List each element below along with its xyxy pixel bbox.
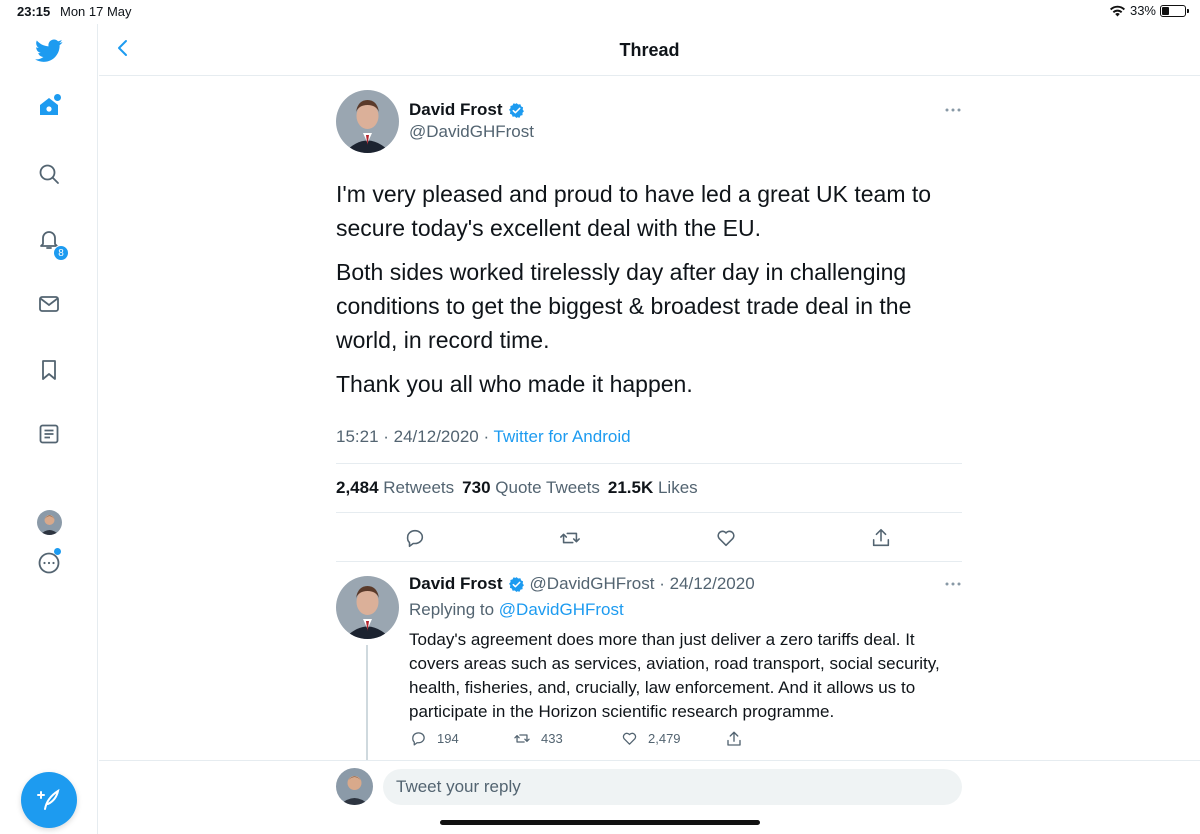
- battery-percent: 33%: [1129, 3, 1156, 18]
- author-handle[interactable]: @DavidGHFrost: [409, 122, 534, 142]
- share-icon[interactable]: [870, 527, 892, 549]
- tweet-paragraph-1: I'm very pleased and proud to have led a…: [336, 181, 932, 241]
- reply-author-name[interactable]: David Frost: [409, 574, 503, 594]
- replying-to-handle[interactable]: @DavidGHFrost: [499, 600, 624, 619]
- wifi-icon: [1109, 5, 1125, 17]
- reply-likes-action[interactable]: 2,479: [621, 730, 681, 747]
- retweets-stat[interactable]: 2,484 Retweets: [336, 478, 454, 498]
- tweet-more-icon[interactable]: [943, 105, 963, 115]
- divider: [336, 463, 962, 464]
- profile-avatar[interactable]: [37, 510, 62, 535]
- likes-count: 21.5K: [607, 478, 654, 497]
- like-icon: [622, 732, 637, 745]
- battery-icon: [1160, 4, 1189, 17]
- reply-author-avatar[interactable]: [336, 576, 399, 639]
- author-line: David Frost: [409, 100, 525, 120]
- replying-to: Replying to @DavidGHFrost: [409, 600, 624, 620]
- more-dot: [54, 548, 61, 555]
- retweet-icon[interactable]: [559, 527, 581, 549]
- retweets-count: 2,484: [336, 478, 379, 497]
- tweet-source-link[interactable]: Twitter for Android: [494, 427, 631, 446]
- reply-icon: [412, 732, 425, 746]
- share-icon: [727, 731, 741, 746]
- author-avatar[interactable]: [336, 90, 399, 153]
- reply-retweets-action[interactable]: 433: [513, 730, 563, 747]
- retweet-icon: [514, 734, 530, 743]
- home-dot: [54, 94, 61, 101]
- notifications-badge: 8: [53, 245, 69, 261]
- thread-connector: [366, 645, 368, 760]
- reply-handle-date[interactable]: @DavidGHFrost · 24/12/2020: [530, 574, 755, 594]
- messages-icon[interactable]: [36, 291, 62, 317]
- reply-retweets-count: 433: [541, 731, 563, 746]
- reply-text: Today's agreement does more than just de…: [409, 630, 940, 721]
- composer-avatar[interactable]: [336, 768, 373, 805]
- home-indicator: [440, 820, 760, 825]
- thread-header: Thread: [99, 24, 1200, 76]
- reply-replies-action[interactable]: 194: [410, 730, 459, 747]
- page-title: Thread: [619, 40, 680, 60]
- battery-fill: [1162, 6, 1170, 15]
- twitter-logo-icon[interactable]: [34, 36, 64, 66]
- compose-tweet-icon: [37, 788, 60, 810]
- reply-author-line: David Frost @DavidGHFrost · 24/12/2020: [409, 574, 755, 594]
- tweet-paragraph-3: Thank you all who made it happen.: [336, 371, 693, 397]
- likes-stat[interactable]: 21.5K Likes: [608, 478, 698, 498]
- replying-to-label: Replying to: [409, 600, 499, 619]
- reply-icon[interactable]: [404, 527, 426, 549]
- retweets-label: Retweets: [383, 478, 455, 497]
- status-time: 23:15: [17, 4, 51, 19]
- like-icon[interactable]: [715, 527, 737, 549]
- author-name[interactable]: David Frost: [409, 100, 503, 120]
- divider: [336, 561, 962, 562]
- lists-icon[interactable]: [36, 421, 62, 447]
- search-icon[interactable]: [36, 161, 62, 187]
- tweet-paragraph-2: Both sides worked tirelessly day after d…: [336, 259, 912, 353]
- reply-replies-count: 194: [437, 731, 459, 746]
- tweet-timestamp[interactable]: 15:21 · 24/12/2020 ·: [336, 427, 494, 446]
- reply-likes-count: 2,479: [648, 731, 681, 746]
- status-right: 33%: [1109, 3, 1189, 18]
- compose-tweet-button[interactable]: [21, 772, 77, 828]
- verified-badge-icon: [508, 102, 524, 118]
- status-bar: 23:15 Mon 17 May 33%: [0, 0, 1200, 24]
- reply-more-icon[interactable]: [943, 579, 963, 589]
- tweet-meta: 15:21 · 24/12/2020 · Twitter for Android: [336, 427, 631, 447]
- sidebar: 8: [0, 24, 98, 834]
- bookmarks-icon[interactable]: [36, 357, 62, 383]
- reply-share-action[interactable]: [725, 730, 743, 748]
- reply-input[interactable]: [383, 769, 962, 805]
- verified-badge-icon: [508, 576, 524, 592]
- status-date: Mon 17 May: [60, 4, 132, 19]
- quotes-count: 730: [462, 478, 491, 497]
- tweet-stats: 2,484 Retweets 730 Quote Tweets 21.5K Li…: [336, 478, 698, 498]
- likes-label: Likes: [657, 478, 698, 497]
- quotes-label: Quote Tweets: [495, 478, 600, 497]
- quotes-stat[interactable]: 730 Quote Tweets: [462, 478, 600, 498]
- divider: [336, 512, 962, 513]
